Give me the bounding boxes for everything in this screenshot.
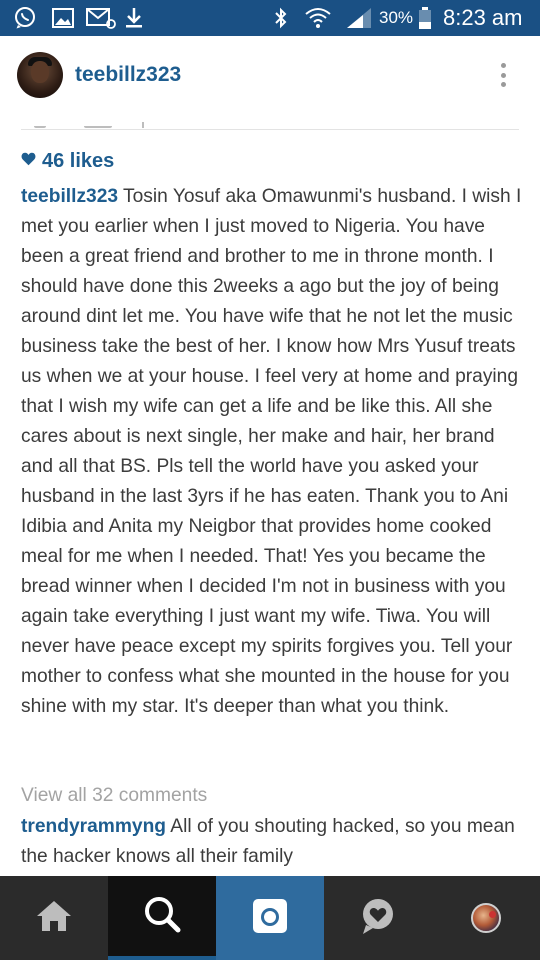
more-vertical-icon[interactable]	[494, 59, 512, 91]
user-avatar[interactable]	[17, 52, 63, 98]
view-all-comments-link[interactable]: View all 32 comments	[21, 783, 207, 809]
bluetooth-icon	[270, 6, 292, 30]
signal-icon	[344, 6, 374, 30]
battery-icon	[417, 6, 433, 30]
post-caption: teebillz323 Tosin Yosuf aka Omawunmi's h…	[21, 182, 526, 722]
whatsapp-icon	[12, 6, 38, 30]
comment-item: trendyrammyng All of you shouting hacked…	[21, 812, 526, 872]
battery-percentage: 30%	[379, 8, 414, 27]
profile-avatar	[471, 903, 501, 933]
caption-author[interactable]: teebillz323	[21, 186, 118, 207]
nav-search[interactable]	[108, 876, 216, 960]
likes-row[interactable]: 46 likes	[21, 148, 114, 174]
home-icon	[34, 898, 74, 939]
wifi-icon	[303, 6, 333, 30]
post-username[interactable]: teebillz323	[75, 63, 181, 87]
bottom-nav	[0, 876, 540, 960]
comment-author[interactable]: trendyrammyng	[21, 816, 166, 837]
action-row-remnant	[0, 114, 540, 128]
nav-camera[interactable]	[216, 876, 324, 960]
caption-text: Tosin Yosuf aka Omawunmi's husband. I wi…	[21, 186, 522, 717]
likes-count: 46 likes	[42, 149, 115, 172]
status-bar: 30% 8:23 am	[0, 0, 540, 36]
heart-icon	[21, 152, 36, 171]
email-icon	[86, 6, 116, 30]
gallery-icon	[50, 6, 76, 30]
search-icon	[142, 894, 182, 939]
activity-icon	[358, 897, 398, 940]
download-icon	[122, 6, 146, 30]
divider	[21, 129, 519, 130]
nav-activity[interactable]	[324, 876, 432, 960]
post-header: teebillz323	[0, 36, 540, 114]
nav-profile[interactable]	[432, 876, 540, 960]
camera-icon	[251, 897, 289, 940]
clock: 8:23 am	[443, 5, 523, 30]
nav-home[interactable]	[0, 876, 108, 960]
